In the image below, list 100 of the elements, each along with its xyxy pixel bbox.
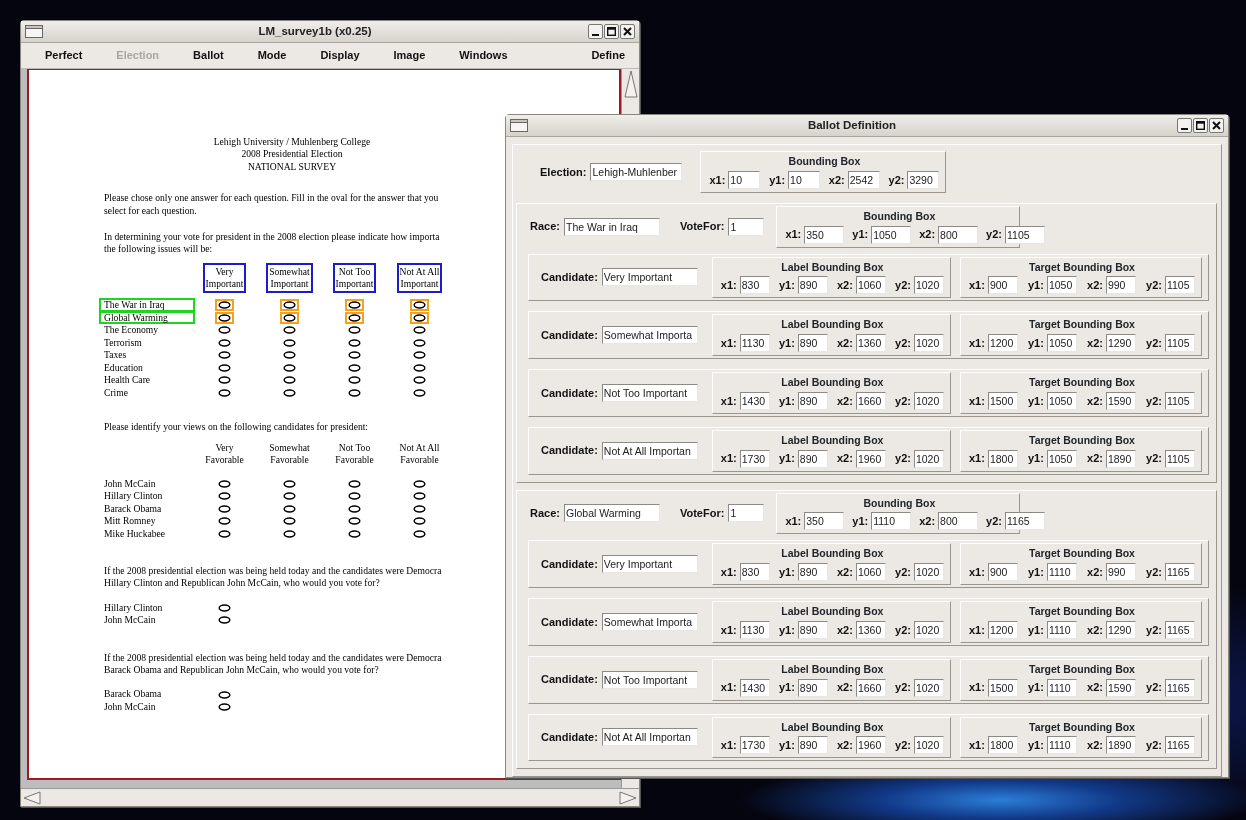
coordinate-field[interactable]: 1110 — [1046, 736, 1077, 755]
race-field[interactable]: The War in Iraq — [563, 217, 660, 236]
scroll-left-arrow-icon[interactable] — [23, 790, 41, 805]
minimize-button[interactable] — [1177, 118, 1192, 133]
coordinate-field[interactable]: 1200 — [987, 620, 1018, 639]
coordinate-field[interactable]: 1165 — [1164, 736, 1195, 755]
coordinate-field[interactable]: 2542 — [847, 170, 880, 189]
coordinate-field[interactable]: 1430 — [739, 391, 770, 410]
coordinate-field[interactable]: 1165 — [1005, 512, 1045, 531]
coordinate-field[interactable]: 1730 — [739, 449, 770, 468]
coordinate-field[interactable]: 990 — [1105, 563, 1136, 581]
coordinate-field[interactable]: 900 — [987, 563, 1018, 581]
maximize-button[interactable] — [1193, 118, 1208, 133]
window-icon[interactable] — [510, 119, 528, 132]
coordinate-field[interactable]: 1890 — [1105, 449, 1136, 468]
candidate-field[interactable]: Very Important — [601, 268, 698, 287]
scroll-up-arrow-icon[interactable] — [623, 69, 638, 99]
coordinate-field[interactable]: 1660 — [855, 391, 886, 410]
scroll-right-arrow-icon[interactable] — [619, 790, 637, 805]
window-icon[interactable] — [25, 25, 43, 38]
vote-for-field[interactable]: 1 — [728, 217, 765, 236]
coordinate-field[interactable]: 890 — [797, 449, 828, 468]
coordinate-field[interactable]: 1360 — [855, 620, 886, 639]
coordinate-field[interactable]: 830 — [739, 276, 770, 295]
minimize-button[interactable] — [588, 24, 603, 39]
coordinate-field[interactable]: 1020 — [913, 736, 944, 755]
coordinate-field[interactable]: 10 — [728, 170, 761, 189]
coordinate-field[interactable]: 1590 — [1105, 391, 1136, 410]
coordinate-field[interactable]: 1020 — [913, 449, 944, 468]
coordinate-field[interactable]: 1500 — [987, 678, 1018, 697]
coordinate-field[interactable]: 1020 — [913, 563, 944, 581]
coordinate-field[interactable]: 1500 — [987, 391, 1018, 410]
coordinate-field[interactable]: 800 — [938, 512, 979, 531]
menu-item[interactable]: Windows — [453, 47, 514, 64]
coordinate-field[interactable]: 1105 — [1164, 391, 1195, 410]
coordinate-field[interactable]: 1130 — [739, 334, 770, 352]
candidate-field[interactable]: Not Too Important — [601, 670, 698, 689]
coordinate-field[interactable]: 1110 — [1046, 678, 1077, 697]
coordinate-field[interactable]: 1020 — [913, 276, 944, 295]
menu-item[interactable]: Define — [585, 47, 631, 64]
candidate-field[interactable]: Somewhat Importa — [601, 612, 698, 631]
candidate-field[interactable]: Not Too Important — [601, 383, 698, 402]
coordinate-field[interactable]: 10 — [788, 170, 821, 189]
coordinate-field[interactable]: 890 — [797, 391, 828, 410]
coordinate-field[interactable]: 800 — [938, 225, 979, 244]
race-field[interactable]: Global Warming — [563, 504, 660, 523]
coordinate-field[interactable]: 890 — [797, 736, 828, 755]
coordinate-field[interactable]: 1020 — [913, 391, 944, 410]
candidate-field[interactable]: Somewhat Importa — [601, 326, 698, 345]
coordinate-field[interactable]: 890 — [797, 620, 828, 639]
coordinate-field[interactable]: 1060 — [855, 563, 886, 581]
candidate-field[interactable]: Not At All Importan — [601, 728, 698, 747]
coordinate-field[interactable]: 1130 — [739, 620, 770, 639]
coordinate-field[interactable]: 890 — [797, 563, 828, 581]
menu-item[interactable]: Perfect — [39, 47, 89, 64]
coordinate-field[interactable]: 1050 — [1046, 449, 1077, 468]
coordinate-field[interactable]: 1020 — [913, 334, 944, 352]
coordinate-field[interactable]: 350 — [804, 225, 845, 244]
coordinate-field[interactable]: 1960 — [855, 449, 886, 468]
coordinate-field[interactable]: 1960 — [855, 736, 886, 755]
coordinate-field[interactable]: 890 — [797, 334, 828, 352]
coordinate-field[interactable]: 350 — [804, 512, 845, 531]
coordinate-field[interactable]: 1660 — [855, 678, 886, 697]
coordinate-field[interactable]: 1590 — [1105, 678, 1136, 697]
coordinate-field[interactable]: 1200 — [987, 334, 1018, 352]
vote-for-field[interactable]: 1 — [728, 504, 765, 523]
coordinate-field[interactable]: 1110 — [1046, 620, 1077, 639]
coordinate-field[interactable]: 1105 — [1005, 225, 1045, 244]
close-button[interactable] — [620, 24, 635, 39]
coordinate-field[interactable]: 1890 — [1105, 736, 1136, 755]
coordinate-field[interactable]: 830 — [739, 563, 770, 581]
coordinate-field[interactable]: 1060 — [855, 276, 886, 295]
menu-item[interactable]: Mode — [251, 47, 293, 64]
coordinate-field[interactable]: 1165 — [1164, 563, 1195, 581]
coordinate-field[interactable]: 1050 — [1046, 391, 1077, 410]
coordinate-field[interactable]: 890 — [797, 678, 828, 697]
coordinate-field[interactable]: 1020 — [913, 620, 944, 639]
coordinate-field[interactable]: 1110 — [871, 512, 912, 531]
coordinate-field[interactable]: 1110 — [1046, 563, 1077, 581]
coordinate-field[interactable]: 1105 — [1164, 449, 1195, 468]
coordinate-field[interactable]: 1165 — [1164, 678, 1195, 697]
coordinate-field[interactable]: 1105 — [1164, 334, 1195, 352]
election-field[interactable]: Lehigh-Muhlenber — [590, 162, 683, 181]
coordinate-field[interactable]: 1020 — [913, 678, 944, 697]
menu-item[interactable]: Image — [387, 47, 432, 64]
candidate-field[interactable]: Not At All Importan — [601, 441, 698, 460]
coordinate-field[interactable]: 1165 — [1164, 620, 1195, 639]
coordinate-field[interactable]: 1800 — [987, 449, 1018, 468]
coordinate-field[interactable]: 1050 — [1046, 334, 1077, 352]
coordinate-field[interactable]: 1430 — [739, 678, 770, 697]
coordinate-field[interactable]: 1730 — [739, 736, 770, 755]
maximize-button[interactable] — [604, 24, 619, 39]
coordinate-field[interactable]: 1050 — [871, 225, 912, 244]
coordinate-field[interactable]: 1290 — [1105, 620, 1136, 639]
coordinate-field[interactable]: 1105 — [1164, 276, 1195, 295]
coordinate-field[interactable]: 3290 — [907, 170, 940, 189]
close-button[interactable] — [1209, 118, 1224, 133]
coordinate-field[interactable]: 990 — [1105, 276, 1136, 295]
coordinate-field[interactable]: 890 — [797, 276, 828, 295]
menu-item[interactable]: Display — [314, 47, 366, 64]
